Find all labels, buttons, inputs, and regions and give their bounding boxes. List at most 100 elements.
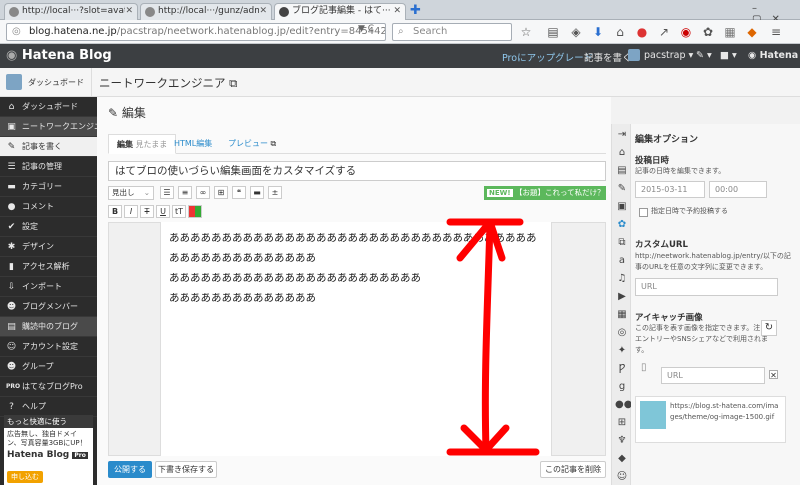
sidebar-item-dashboard[interactable]: ⌂ ダッシュボード [0, 97, 97, 117]
addon-orange-icon[interactable]: ◆ [744, 24, 760, 40]
align-icon[interactable]: ± [268, 186, 282, 199]
collapse-icon[interactable]: ⇥ [615, 128, 629, 142]
bulleted-list-icon[interactable]: ☰ [160, 186, 174, 199]
numbered-list-icon[interactable]: ≡ [178, 186, 192, 199]
sidebar-item-subscribed[interactable]: ▤ 購読中のブログ [0, 317, 97, 337]
sidebar-item-manage[interactable]: ☰ 記事の管理 [0, 157, 97, 177]
sidebar-item-import[interactable]: ⇩ インポート [0, 277, 97, 297]
menu-icon[interactable]: ≡ [768, 24, 784, 40]
close-tab-icon[interactable]: ✕ [259, 4, 267, 19]
quote-icon[interactable]: ❝ [232, 186, 246, 199]
schedule-checkbox[interactable] [639, 208, 648, 217]
amazon-icon[interactable]: a [615, 254, 629, 268]
close-tab-icon[interactable]: ✕ [393, 4, 401, 19]
hatena-blog-logo[interactable]: ◉ Hatena Blog [6, 48, 112, 63]
twitter-icon[interactable]: ✦ [615, 344, 629, 358]
flickr-icon[interactable]: ●● [615, 398, 632, 412]
bold-icon[interactable]: B [108, 205, 122, 218]
save-draft-button[interactable]: 下書き保存する [155, 461, 217, 478]
eyecatch-preview[interactable]: https://blog.st-hatena.com/images/theme/… [635, 396, 786, 443]
clipboard-icon[interactable]: ▤ [545, 24, 561, 40]
sidebar-item-design[interactable]: ✱ デザイン [0, 237, 97, 257]
browser-tab[interactable]: http://local···?slot=avatar✕ [4, 3, 138, 20]
close-tab-icon[interactable]: ✕ [125, 4, 133, 19]
sidebar-item-comment[interactable]: ● コメント [0, 197, 97, 217]
notification-icon[interactable]: ■ ▾ [720, 50, 737, 61]
map-icon[interactable]: ⊞ [615, 416, 629, 430]
url-dropdown-icon[interactable]: ▼ C [358, 24, 374, 34]
chevron-down-icon: ⌄ [143, 188, 150, 197]
tab-html[interactable]: HTML編集 [166, 134, 220, 154]
sidebar-item-pro[interactable]: PRO はてなブログPro [0, 377, 97, 397]
browser-tab-active[interactable]: ブログ記事編集 - はて··· ✕ [274, 3, 406, 20]
misc-icon[interactable]: ☺ [615, 470, 629, 484]
sidebar-item-blog[interactable]: ▣ ニートワークエンジニア [0, 117, 110, 137]
sidebar-item-category[interactable]: ▬ カテゴリー [0, 177, 97, 197]
sidebar-item-settings[interactable]: ✔ 設定 [0, 217, 97, 237]
link-icon[interactable]: ∞ [196, 186, 210, 199]
addon-icon[interactable]: ● [634, 24, 650, 40]
sidebar-item-members[interactable]: ☻ ブログメンバー [0, 297, 97, 317]
instagram-icon[interactable]: ◎ [615, 326, 629, 340]
youtube-icon[interactable]: ▶ [615, 290, 629, 304]
custom-url-input[interactable]: URL [635, 278, 778, 296]
home-icon[interactable]: ⌂ [615, 146, 629, 160]
font-size-icon[interactable]: tT [172, 205, 186, 218]
blog-name-link[interactable]: ニートワークエンジニア ⧉ [99, 75, 237, 91]
sidebar-item-group[interactable]: ☻ グループ [0, 357, 97, 377]
user-menu[interactable]: pacstrap ▾ [644, 50, 693, 61]
new-tab-icon[interactable]: ✚ [410, 3, 421, 18]
sidebar-item-help[interactable]: ? ヘルプ [0, 397, 97, 417]
shield-icon[interactable]: ◈ [568, 24, 584, 40]
format-select[interactable]: 見出し ⌄ [108, 186, 154, 200]
publish-button[interactable]: 公開する [108, 461, 152, 478]
promo-apply-button[interactable]: 申し込む [7, 471, 43, 483]
eyecatch-url-input[interactable]: URL [661, 367, 765, 384]
user-avatar[interactable] [628, 49, 640, 61]
underline-icon[interactable]: U [156, 205, 170, 218]
chat-icon[interactable]: ◆ [615, 452, 629, 466]
sidebar-item-account[interactable]: ☺ アカウント設定 [0, 337, 97, 357]
search-input[interactable]: ⌕ Search [392, 23, 512, 41]
pinterest-icon[interactable]: Ƿ [615, 362, 629, 376]
music-icon[interactable]: ♫ [615, 272, 629, 286]
refresh-icon[interactable]: ↻ [761, 320, 777, 336]
copy-icon[interactable]: ⧉ [615, 236, 629, 250]
sidebar-item-analytics[interactable]: ▮ アクセス解析 [0, 257, 97, 277]
addon-red-icon[interactable]: ◉ [678, 24, 694, 40]
time-field[interactable]: 00:00 [709, 181, 767, 198]
addon-gear-icon[interactable]: ✿ [700, 24, 716, 40]
tab-preview[interactable]: プレビュー ⧉ [220, 134, 284, 154]
pro-upgrade-link[interactable]: Proにアップグレード [502, 50, 593, 64]
pencil-menu-icon[interactable]: ✎ ▾ [696, 50, 712, 61]
new-topic-badge[interactable]: NEW! 【お題】これって私だけ？ ✕ [484, 186, 613, 200]
hatena-brand-link[interactable]: ◉ Hatena [748, 50, 798, 61]
restaurant-icon[interactable]: ♆ [615, 434, 629, 448]
pencil-icon[interactable]: ✎ [615, 182, 629, 196]
home-icon[interactable]: ⌂ [612, 24, 628, 40]
chart-icon: ▮ [9, 262, 14, 272]
write-article-link[interactable]: 記事を書く [584, 50, 632, 64]
color-icon[interactable] [188, 205, 202, 218]
sidebar-item-write[interactable]: ✎ 記事を書く [0, 137, 97, 157]
url-bar[interactable]: ◎ blog.hatena.ne.jp/pacstrap/neetwork.hat… [6, 23, 386, 41]
date-field[interactable]: 2015-03-11 [635, 181, 705, 198]
gear-icon[interactable]: ✿ [615, 218, 629, 232]
video-icon[interactable]: ▦ [615, 308, 629, 322]
italic-icon[interactable]: I [124, 205, 138, 218]
browser-tab[interactable]: http://local···/gunz/admin/✕ [140, 3, 272, 20]
clear-icon[interactable]: ✕ [769, 370, 778, 380]
delete-button[interactable]: この記事を削除 [540, 461, 606, 478]
more-icon[interactable]: ▬ [250, 186, 264, 199]
star-icon[interactable]: ☆ [518, 24, 534, 40]
table-icon[interactable]: ⊞ [214, 186, 228, 199]
blog-icon[interactable]: ▤ [615, 164, 629, 178]
google-icon[interactable]: g [615, 380, 629, 394]
photo-icon[interactable]: ▣ [615, 200, 629, 214]
download-icon[interactable]: ⬇ [590, 24, 606, 40]
share-icon[interactable]: ↗ [656, 24, 672, 40]
strikethrough-icon[interactable]: T [140, 205, 154, 218]
title-input[interactable]: はてブロの使いづらい編集画面をカスタマイズする [108, 161, 606, 181]
addon-grey-icon[interactable]: ▦ [722, 24, 738, 40]
dashboard-link[interactable]: ダッシュボード [0, 68, 92, 97]
